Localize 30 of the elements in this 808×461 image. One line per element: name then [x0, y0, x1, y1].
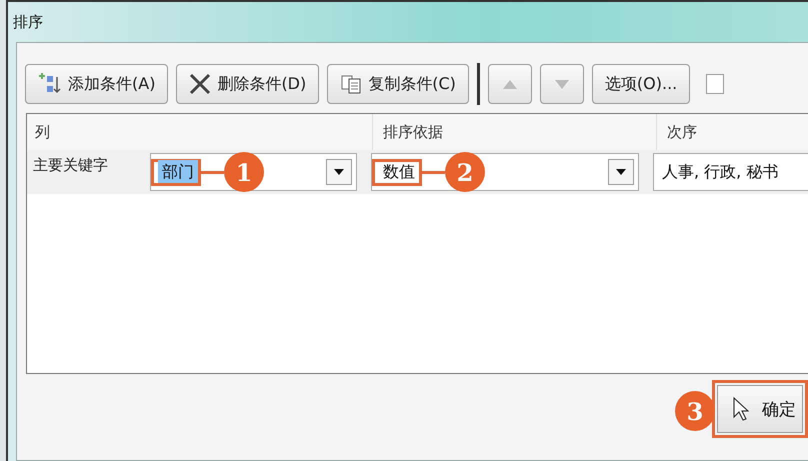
column-header: 列: [34, 122, 51, 142]
dropdown-field[interactable]: 部门 1: [150, 153, 357, 191]
leader-line: [419, 170, 445, 174]
field-value: 人事, 行政, 秘书: [661, 160, 780, 182]
dropdown-arrow-icon: [334, 169, 344, 175]
dropdown-field[interactable]: 人事, 行政, 秘书: [653, 153, 808, 191]
dropdown-field[interactable]: 数值 2: [371, 153, 639, 191]
leader-line: [198, 170, 224, 174]
window-title: 排序: [13, 12, 43, 32]
copy-icon: [340, 74, 362, 94]
sort-add-icon: [38, 72, 62, 96]
add-condition-button[interactable]: 添加条件(A): [25, 64, 168, 104]
checkbox-icon: [706, 74, 724, 94]
step-number: 2: [445, 152, 485, 192]
down-arrow-icon: [554, 80, 569, 88]
step-number: 1: [224, 152, 264, 192]
row-label: 主要关键字: [32, 155, 109, 175]
dropdown-arrow-icon: [616, 169, 626, 175]
copy-condition-button[interactable]: 复制条件(C): [327, 64, 469, 104]
field-value: 数值: [382, 160, 416, 182]
up-arrow-icon: [502, 80, 517, 88]
x-icon: [189, 73, 212, 95]
delete-condition-button[interactable]: 删除条件(D): [176, 64, 320, 104]
step-number: 3: [675, 391, 715, 431]
cursor-icon: [733, 397, 749, 421]
field-value: 部门: [158, 160, 198, 182]
ok-button[interactable]: 确定: [717, 385, 803, 433]
options-button[interactable]: 选项(O)...: [592, 64, 690, 104]
dropdown-button[interactable]: [326, 159, 352, 185]
dropdown-button[interactable]: [608, 159, 634, 185]
